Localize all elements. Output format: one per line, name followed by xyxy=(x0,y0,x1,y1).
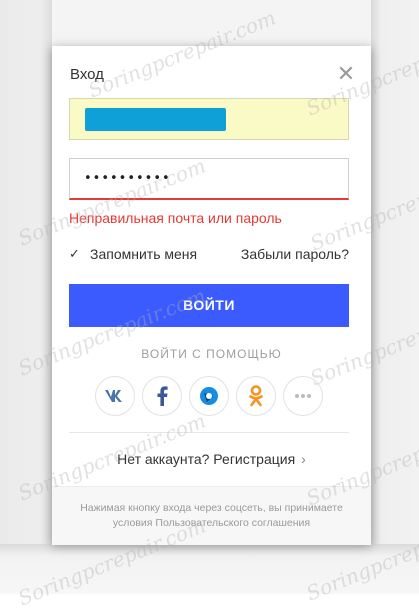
vk-login-button[interactable] xyxy=(95,376,135,416)
social-buttons xyxy=(95,376,323,416)
mailru-login-button[interactable] xyxy=(189,376,229,416)
social-login-caption: ВОЙТИ С ПОМОЩЬЮ xyxy=(141,347,282,361)
checkmark-icon[interactable]: ✓ xyxy=(69,247,83,261)
register-label: Нет аккаунта? Регистрация xyxy=(117,451,296,467)
facebook-login-button[interactable] xyxy=(142,376,182,416)
remember-me-label: Запомнить меня xyxy=(90,246,198,262)
email-redaction xyxy=(85,108,226,131)
divider xyxy=(69,432,349,433)
background-page-right xyxy=(371,0,419,594)
vk-icon xyxy=(105,390,122,402)
chevron-right-icon: › xyxy=(301,451,306,467)
background-page-left xyxy=(0,0,52,594)
facebook-icon xyxy=(157,386,168,406)
register-link[interactable]: Нет аккаунта? Регистрация › xyxy=(52,451,371,467)
odnoklassniki-login-button[interactable] xyxy=(236,376,276,416)
more-login-options-button[interactable] xyxy=(283,376,323,416)
mailru-icon xyxy=(200,387,218,405)
forgot-password-link[interactable]: Забыли пароль? xyxy=(241,246,349,262)
odnoklassniki-icon xyxy=(249,385,263,407)
close-icon[interactable]: ✕ xyxy=(336,63,356,85)
login-dialog: Вход ✕ •••••••••• Неправильная почта или… xyxy=(52,46,371,545)
remember-me-checkbox[interactable]: ✓ Запомнить меня xyxy=(69,246,197,262)
password-field[interactable]: •••••••••• xyxy=(69,158,349,200)
more-icon xyxy=(295,394,311,398)
terms-text: Нажимая кнопку входа через соцсеть, вы п… xyxy=(80,502,343,529)
password-mask: •••••••••• xyxy=(84,171,171,186)
login-button[interactable]: ВОЙТИ xyxy=(69,284,349,327)
dialog-title: Вход xyxy=(70,66,104,83)
error-message: Неправильная почта или пароль xyxy=(69,210,282,226)
terms-footer: Нажимая кнопку входа через соцсеть, вы п… xyxy=(52,486,371,545)
background-page-bottom xyxy=(0,544,419,594)
email-field[interactable] xyxy=(69,98,349,140)
